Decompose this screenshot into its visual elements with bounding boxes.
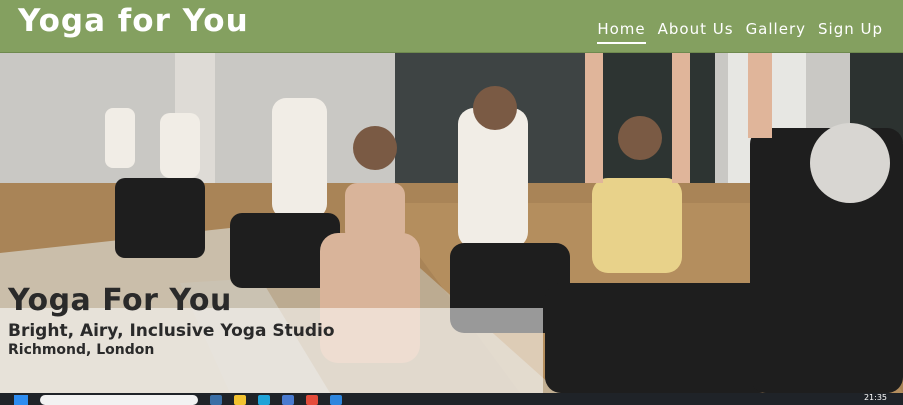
main-nav: Home About Us Gallery Sign Up (597, 20, 883, 44)
nav-link-home[interactable]: Home (597, 20, 646, 44)
taskview-icon[interactable] (210, 395, 222, 405)
mail-icon[interactable] (330, 395, 342, 405)
taskbar-search-box[interactable] (40, 395, 198, 405)
brand-logo-text[interactable]: Yoga for You (18, 3, 249, 39)
nav-link-sign-up[interactable]: Sign Up (818, 20, 883, 44)
taskbar-clock[interactable]: 21:35 (864, 393, 887, 402)
hero-location: Richmond, London (8, 342, 155, 358)
file-explorer-icon[interactable] (234, 395, 246, 405)
hero-title: Yoga For You (8, 283, 232, 318)
windows-start-icon[interactable] (14, 395, 28, 405)
hero-banner: Yoga For You Bright, Airy, Inclusive Yog… (0, 53, 903, 393)
chrome-icon[interactable] (306, 395, 318, 405)
edge-icon[interactable] (258, 395, 270, 405)
taskbar-pinned-apps (210, 395, 342, 405)
nav-link-about-us[interactable]: About Us (658, 20, 734, 44)
os-taskbar: 21:35 (0, 393, 903, 405)
store-icon[interactable] (282, 395, 294, 405)
nav-link-gallery[interactable]: Gallery (746, 20, 806, 44)
hero-subtitle: Bright, Airy, Inclusive Yoga Studio (8, 321, 335, 341)
top-navbar: Yoga for You Home About Us Gallery Sign … (0, 0, 903, 53)
